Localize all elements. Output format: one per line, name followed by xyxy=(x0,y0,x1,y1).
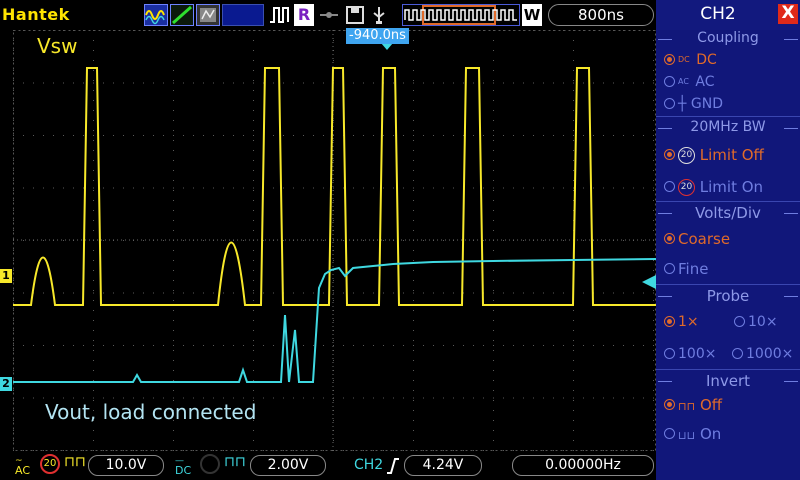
volts-heading: Volts/Div xyxy=(656,204,800,222)
ch2-invert-icon: ⊓⊓ xyxy=(224,454,246,470)
trigger-level-marker[interactable] xyxy=(642,275,656,289)
bottom-status-bar: ~ AC 20 ⊓⊓ 10.0V — DC ⊓⊓ 2.00V CH2 4.24V 0… xyxy=(0,451,656,480)
save-icon[interactable] xyxy=(344,4,366,26)
probe-1x-option[interactable]: 1× xyxy=(664,314,699,330)
usb-icon[interactable] xyxy=(368,4,390,26)
probe-100x-option[interactable]: 100× xyxy=(664,346,716,362)
bw-icon: 20 xyxy=(678,147,695,164)
coupling-dc-option[interactable]: DC DC xyxy=(664,52,717,68)
trigger-source-label: CH2 xyxy=(354,457,384,473)
ch2-marker[interactable]: 2 xyxy=(0,377,12,391)
ch2-volts-readout[interactable]: 2.00V xyxy=(250,455,326,476)
ch2-label: Vout, load connected xyxy=(45,400,257,424)
invert-off-option[interactable]: ⊓⊓ Off xyxy=(664,396,722,414)
memory-depth-indicator xyxy=(402,4,520,26)
persistence-icon[interactable] xyxy=(196,4,220,26)
dc-icon: DC xyxy=(678,55,690,64)
divider xyxy=(656,116,800,117)
bw-limit-off-option[interactable]: 20 Limit Off xyxy=(664,146,764,164)
divider xyxy=(656,369,800,370)
waveform-canvas xyxy=(13,30,656,451)
panel-title: CH2 xyxy=(700,4,736,24)
volts-fine-option[interactable]: Fine xyxy=(664,260,708,278)
empty-indicator xyxy=(222,4,264,26)
invert-on-icon: ⊔⊔ xyxy=(678,429,696,442)
divider xyxy=(656,284,800,285)
link-icon[interactable] xyxy=(318,4,340,26)
invert-off-icon: ⊓⊓ xyxy=(678,400,696,413)
ch2-menu-panel: CH2 X Coupling DC DC AC AC ┼ GND 20MHz B… xyxy=(656,0,800,480)
panel-header: CH2 X xyxy=(656,0,800,30)
ch1-bw-limit-icon: 20 xyxy=(40,454,60,474)
timebase-readout[interactable]: 800ns xyxy=(548,4,654,26)
divider xyxy=(656,201,800,202)
volts-coarse-option[interactable]: Coarse xyxy=(664,230,730,248)
ac-icon: AC xyxy=(678,77,689,86)
top-status-bar: Hantek R W 800ns xyxy=(0,0,656,30)
probe-10x-option[interactable]: 10× xyxy=(734,314,778,330)
coupling-ac-option[interactable]: AC AC xyxy=(664,74,714,90)
brand-logo: Hantek xyxy=(2,5,70,24)
close-button[interactable]: X xyxy=(778,4,798,24)
ch2-coupling-dc-icon: — DC xyxy=(175,456,192,477)
invert-on-option[interactable]: ⊔⊔ On xyxy=(664,425,721,443)
ramp-icon[interactable] xyxy=(170,4,194,26)
ch1-invert-icon: ⊓⊓ xyxy=(64,454,86,470)
bw-heading: 20MHz BW xyxy=(656,119,800,135)
bw-limit-on-option[interactable]: 20 Limit On xyxy=(664,178,763,196)
wave-mark-icon[interactable]: W xyxy=(522,4,542,26)
trigger-level-readout[interactable]: 4.24V xyxy=(404,455,482,476)
probe-1000x-option[interactable]: 1000× xyxy=(732,346,793,362)
invert-heading: Invert xyxy=(656,372,800,390)
trigger-edge-icon[interactable] xyxy=(268,4,292,26)
ch1-marker[interactable]: 1 xyxy=(0,269,12,283)
wave-sine-icon[interactable] xyxy=(144,4,168,26)
gnd-icon: ┼ xyxy=(678,96,687,112)
probe-heading: Probe xyxy=(656,287,800,305)
ch1-coupling-ac-icon: ~ AC xyxy=(15,456,31,477)
coupling-gnd-option[interactable]: ┼ GND xyxy=(664,96,723,112)
run-state-icon[interactable]: R xyxy=(294,4,314,26)
coupling-heading: Coupling xyxy=(656,30,800,46)
waveform-display[interactable]: -940.0ns Vsw Vout, load connected xyxy=(13,28,656,451)
ch1-volts-readout[interactable]: 10.0V xyxy=(88,455,164,476)
frequency-readout: 0.00000Hz xyxy=(512,455,654,476)
trigger-position-readout: -940.0ns xyxy=(346,28,409,44)
bw-on-icon: 20 xyxy=(678,179,695,196)
ch1-label: Vsw xyxy=(37,34,78,58)
ch2-bw-limit-icon xyxy=(200,454,220,474)
trigger-slope-rising-icon xyxy=(387,458,399,474)
